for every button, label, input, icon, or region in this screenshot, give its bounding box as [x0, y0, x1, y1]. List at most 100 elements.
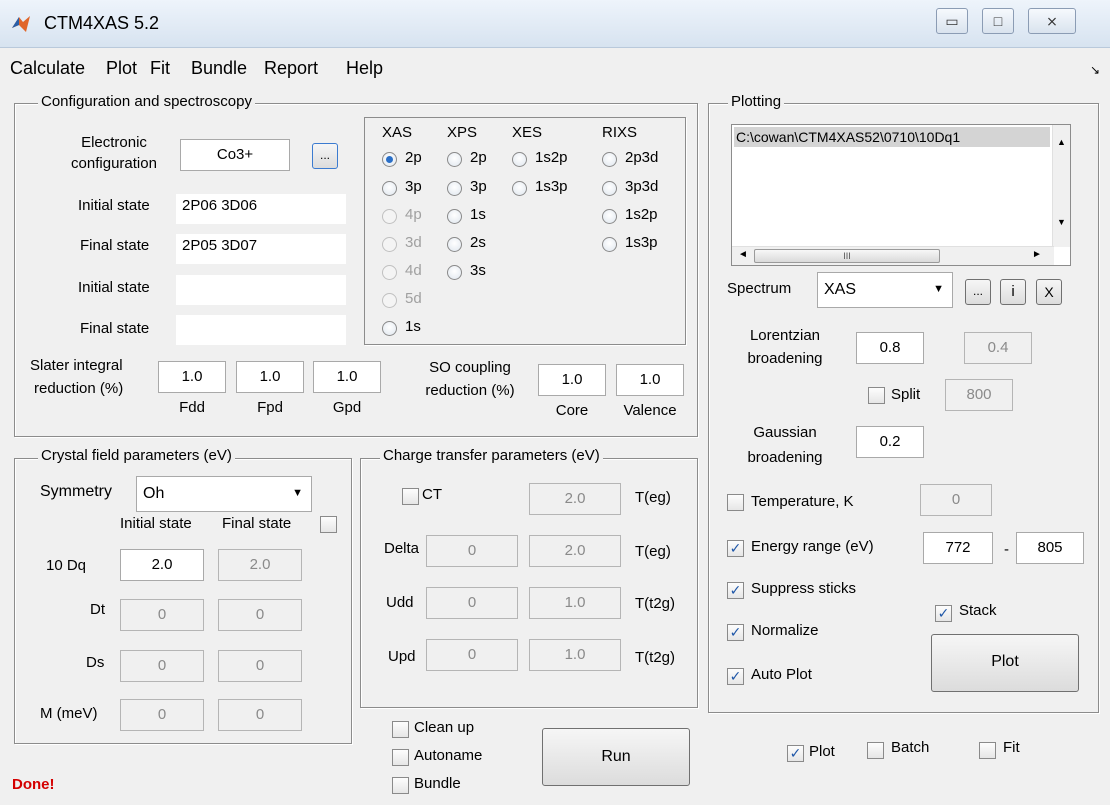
ds-final-field[interactable]: 0: [218, 650, 302, 682]
xps-2s-radio[interactable]: [447, 237, 462, 252]
vertical-scrollbar[interactable]: ▲ ▼: [1052, 125, 1070, 247]
rixs-1s2p-radio[interactable]: [602, 209, 617, 224]
xps-1s-radio[interactable]: [447, 209, 462, 224]
upd-field[interactable]: 0: [426, 639, 518, 671]
rixs-2p3d-radio[interactable]: [602, 152, 617, 167]
spectrum-remove-button[interactable]: X: [1036, 279, 1062, 305]
xas-3p-radio[interactable]: [382, 181, 397, 196]
suppress-sticks-checkbox[interactable]: ✓: [727, 582, 744, 599]
xas-4d-radio[interactable]: [382, 265, 397, 280]
scroll-down-icon[interactable]: ▼: [1057, 217, 1066, 227]
xas-2p-radio[interactable]: [382, 152, 397, 167]
xps-3p-label: 3p: [470, 178, 487, 195]
lorentzian-field[interactable]: 0.8: [856, 332, 924, 364]
spectrum-dropdown[interactable]: XAS ▼: [817, 272, 953, 308]
xps-2p-radio[interactable]: [447, 152, 462, 167]
initial-state-2-field[interactable]: [176, 275, 346, 305]
udd-field[interactable]: 0: [426, 587, 518, 619]
bundle-checkbox[interactable]: [392, 777, 409, 794]
scroll-left-icon[interactable]: ◄: [738, 249, 748, 260]
rixs-1s3p-radio[interactable]: [602, 237, 617, 252]
energy-max-field[interactable]: 805: [1016, 532, 1084, 564]
xas-4p-radio[interactable]: [382, 209, 397, 224]
toolbar-toggle-icon[interactable]: ↘: [1090, 63, 1100, 77]
split-checkbox[interactable]: [868, 387, 885, 404]
symmetry-dropdown[interactable]: Oh ▼: [136, 476, 312, 512]
so-valence-field[interactable]: 1.0: [616, 364, 684, 396]
fpd-field[interactable]: 1.0: [236, 361, 304, 393]
final-state-field[interactable]: 2P05 3D07: [176, 234, 346, 264]
close-button[interactable]: ⨯: [1028, 8, 1076, 34]
menu-fit[interactable]: Fit: [150, 58, 170, 79]
xas-3d-radio[interactable]: [382, 237, 397, 252]
menu-help[interactable]: Help: [346, 58, 383, 79]
final-state-checkbox[interactable]: [320, 516, 337, 533]
initial-state-field[interactable]: 2P06 3D06: [176, 194, 346, 224]
menu-report[interactable]: Report: [264, 58, 318, 79]
run-button[interactable]: Run: [542, 728, 690, 786]
plot-button[interactable]: Plot: [931, 634, 1079, 692]
electronic-browse-button[interactable]: ...: [312, 143, 338, 169]
stack-checkbox[interactable]: ✓: [935, 605, 952, 622]
lorentzian-second-field[interactable]: 0.4: [964, 332, 1032, 364]
plot-label: Plot: [809, 743, 835, 760]
scroll-thumb[interactable]: III: [754, 249, 940, 263]
temperature-checkbox[interactable]: [727, 494, 744, 511]
spectrum-file-list[interactable]: C:\cowan\CTM4XAS52\0710\10Dq1 ▲ ▼ ◄ III …: [731, 124, 1071, 266]
menu-bundle[interactable]: Bundle: [191, 58, 247, 79]
plot-checkbox[interactable]: ✓: [787, 745, 804, 762]
ds-initial-field[interactable]: 0: [120, 650, 204, 682]
xps-3s-radio[interactable]: [447, 265, 462, 280]
spectrum-info-button[interactable]: i: [1000, 279, 1026, 305]
menu-plot[interactable]: Plot: [106, 58, 137, 79]
split-field[interactable]: 800: [945, 379, 1013, 411]
delta-teg-field[interactable]: 2.0: [529, 535, 621, 567]
so-coupling-label-1: SO coupling: [429, 359, 511, 376]
m-final-field[interactable]: 0: [218, 699, 302, 731]
menu-calculate[interactable]: Calculate: [10, 58, 85, 79]
gaussian-field[interactable]: 0.2: [856, 426, 924, 458]
maximize-button[interactable]: □: [982, 8, 1014, 34]
temperature-field[interactable]: 0: [920, 484, 992, 516]
udd-t2g-field[interactable]: 1.0: [529, 587, 621, 619]
fdd-field[interactable]: 1.0: [158, 361, 226, 393]
minimize-button[interactable]: ▭: [936, 8, 968, 34]
normalize-checkbox[interactable]: ✓: [727, 624, 744, 641]
gpd-field[interactable]: 1.0: [313, 361, 381, 393]
spectrum-label: Spectrum: [727, 280, 792, 297]
clean-up-checkbox[interactable]: [392, 721, 409, 738]
final-state-2-field[interactable]: [176, 315, 346, 345]
xps-3p-radio[interactable]: [447, 181, 462, 196]
so-core-field[interactable]: 1.0: [538, 364, 606, 396]
list-item[interactable]: C:\cowan\CTM4XAS52\0710\10Dq1: [734, 127, 1050, 147]
energy-range-checkbox[interactable]: ✓: [727, 540, 744, 557]
upd-t2g-field[interactable]: 1.0: [529, 639, 621, 671]
batch-checkbox[interactable]: [867, 742, 884, 759]
auto-plot-checkbox[interactable]: ✓: [727, 668, 744, 685]
xes-1s3p-radio[interactable]: [512, 181, 527, 196]
symmetry-value: Oh: [143, 485, 165, 502]
electronic-label: Electronic: [81, 134, 147, 151]
electronic-configuration-field[interactable]: Co3+: [180, 139, 290, 171]
fit-checkbox[interactable]: [979, 742, 996, 759]
title-bar: CTM4XAS 5.2 ▭ □ ⨯: [0, 0, 1110, 48]
autoname-checkbox[interactable]: [392, 749, 409, 766]
xes-1s2p-radio[interactable]: [512, 152, 527, 167]
spectrum-more-button[interactable]: ...: [965, 279, 991, 305]
core-label: Core: [555, 402, 589, 419]
dt-final-field[interactable]: 0: [218, 599, 302, 631]
scroll-right-icon[interactable]: ►: [1032, 249, 1042, 260]
10dq-final-field[interactable]: 2.0: [218, 549, 302, 581]
horizontal-scrollbar[interactable]: ◄ III ►: [732, 246, 1054, 265]
dt-initial-field[interactable]: 0: [120, 599, 204, 631]
ct-checkbox[interactable]: [402, 488, 419, 505]
rixs-3p3d-radio[interactable]: [602, 181, 617, 196]
ct-field[interactable]: 2.0: [529, 483, 621, 515]
scroll-up-icon[interactable]: ▲: [1057, 137, 1066, 147]
m-initial-field[interactable]: 0: [120, 699, 204, 731]
energy-min-field[interactable]: 772: [923, 532, 993, 564]
xas-5d-radio[interactable]: [382, 293, 397, 308]
10dq-initial-field[interactable]: 2.0: [120, 549, 204, 581]
xas-1s-radio[interactable]: [382, 321, 397, 336]
delta-field[interactable]: 0: [426, 535, 518, 567]
